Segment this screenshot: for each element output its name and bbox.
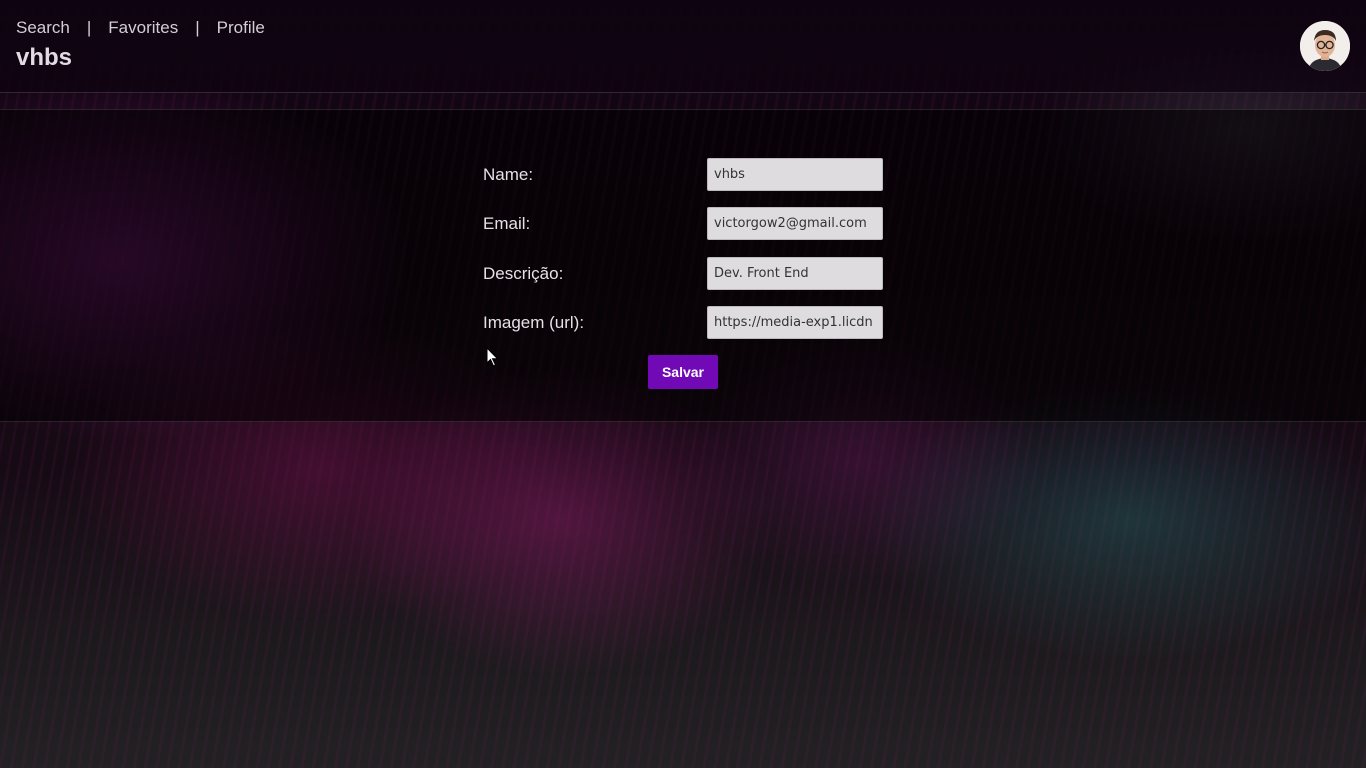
main-nav: Search | Favorites | Profile xyxy=(16,18,265,38)
image-url-field[interactable] xyxy=(707,306,883,339)
nav-link-profile[interactable]: Profile xyxy=(217,18,265,38)
header-username: vhbs xyxy=(16,44,73,71)
nav-link-search[interactable]: Search xyxy=(16,18,70,38)
nav-separator: | xyxy=(195,18,200,37)
nav-link-favorites[interactable]: Favorites xyxy=(108,18,178,38)
name-field[interactable] xyxy=(707,158,883,191)
description-field[interactable] xyxy=(707,257,883,290)
user-photo-avatar-icon xyxy=(1300,21,1350,71)
image-url-label: Imagem (url): xyxy=(483,313,585,332)
name-label: Name: xyxy=(483,165,534,184)
email-label: Email: xyxy=(483,214,531,233)
top-header: Search | Favorites | Profile vhbs xyxy=(0,0,1366,93)
description-label: Descrição: xyxy=(483,264,564,283)
avatar[interactable] xyxy=(1300,21,1350,71)
email-field[interactable] xyxy=(707,207,883,240)
save-button[interactable]: Salvar xyxy=(648,355,718,389)
nav-separator: | xyxy=(86,18,92,37)
mouse-pointer-icon xyxy=(486,347,499,367)
